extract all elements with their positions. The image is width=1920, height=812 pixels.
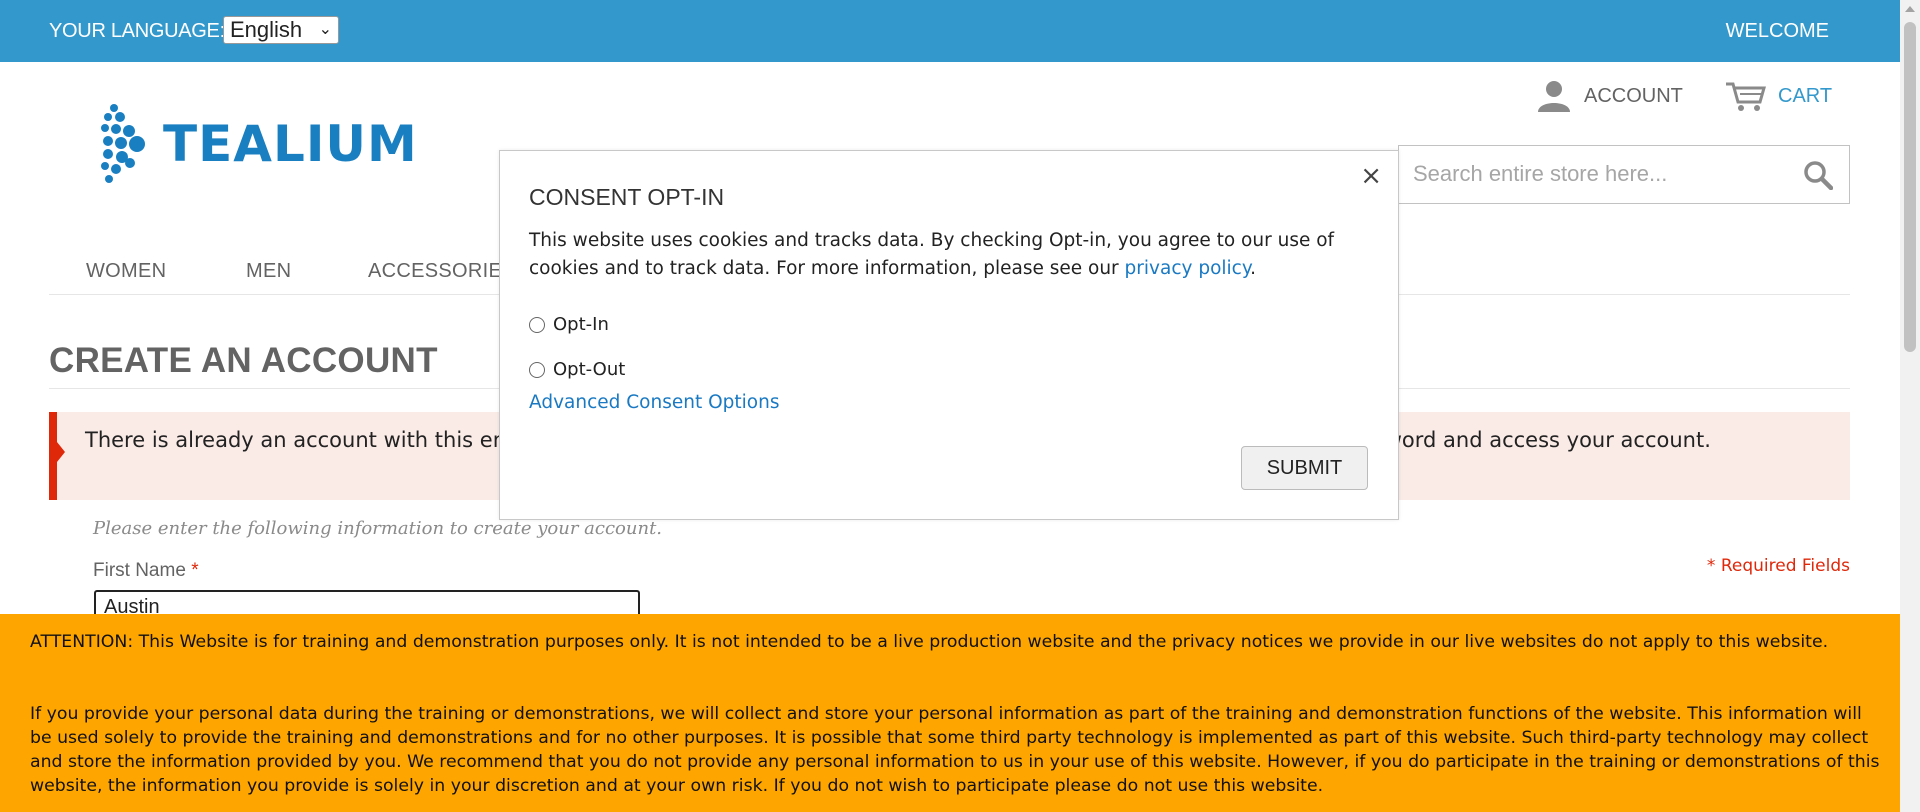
search-input[interactable]: Search entire store here... <box>1413 161 1667 187</box>
modal-title: CONSENT OPT-IN <box>529 184 725 210</box>
tealium-logo[interactable]: TEALIUM <box>100 103 440 185</box>
search-icon[interactable] <box>1803 160 1833 190</box>
user-icon <box>1538 81 1570 112</box>
form-intro-text: Please enter the following information t… <box>93 518 663 539</box>
opt-in-label: Opt-In <box>553 314 609 335</box>
first-name-label: First Name * <box>93 560 199 582</box>
account-link[interactable]: ACCOUNT <box>1536 79 1683 113</box>
cart-label: CART <box>1778 84 1833 107</box>
attention-paragraph-1: ATTENTION: This Website is for training … <box>30 632 1829 652</box>
opt-in-radio[interactable] <box>529 316 545 333</box>
nav-item-women[interactable]: WOMEN <box>86 260 166 283</box>
opt-out-radio[interactable] <box>529 361 545 378</box>
close-icon[interactable]: × <box>1360 161 1382 191</box>
page-title: CREATE AN ACCOUNT <box>49 341 438 380</box>
cart-icon <box>1726 82 1766 111</box>
opt-out-option[interactable]: Opt-Out <box>529 359 625 380</box>
required-marker: * <box>191 560 199 581</box>
account-label: ACCOUNT <box>1584 84 1683 107</box>
page-scrollbar[interactable] <box>1900 0 1920 812</box>
language-select[interactable]: English ⌄ <box>223 16 339 44</box>
attention-paragraph-2: If you provide your personal data during… <box>30 704 1880 796</box>
scrollbar-thumb[interactable] <box>1904 22 1916 352</box>
first-name-label-text: First Name <box>93 560 186 581</box>
welcome-message: WELCOME <box>1725 20 1829 42</box>
opt-in-option[interactable]: Opt-In <box>529 314 609 335</box>
error-marker-icon <box>57 442 65 462</box>
consent-description-end: . <box>1250 258 1257 279</box>
submit-button[interactable]: SUBMIT <box>1241 446 1368 490</box>
nav-item-men[interactable]: MEN <box>246 260 291 283</box>
attention-banner: ATTENTION: This Website is for training … <box>0 614 1900 812</box>
opt-out-label: Opt-Out <box>553 359 626 380</box>
privacy-policy-link[interactable]: privacy policy <box>1125 258 1251 279</box>
modal-body-text: This website uses cookies and tracks dat… <box>529 227 1374 283</box>
scroll-up-arrow-icon[interactable] <box>1905 6 1915 12</box>
nav-item-accessories[interactable]: ACCESSORIES <box>368 260 516 283</box>
top-bar: YOUR LANGUAGE: English ⌄ WELCOME <box>0 0 1900 62</box>
logo-dots-icon <box>101 104 145 183</box>
logo-wordmark: TEALIUM <box>163 115 418 173</box>
advanced-consent-link[interactable]: Advanced Consent Options <box>529 392 779 413</box>
language-label: YOUR LANGUAGE: <box>49 20 225 42</box>
search-box[interactable]: Search entire store here... <box>1398 145 1850 204</box>
cart-link[interactable]: CART <box>1724 79 1832 113</box>
required-fields-note: * Required Fields <box>1706 556 1850 576</box>
chevron-down-icon: ⌄ <box>318 21 332 38</box>
language-selected-value: English <box>230 17 303 42</box>
consent-modal: × CONSENT OPT-IN This website uses cooki… <box>499 150 1399 520</box>
